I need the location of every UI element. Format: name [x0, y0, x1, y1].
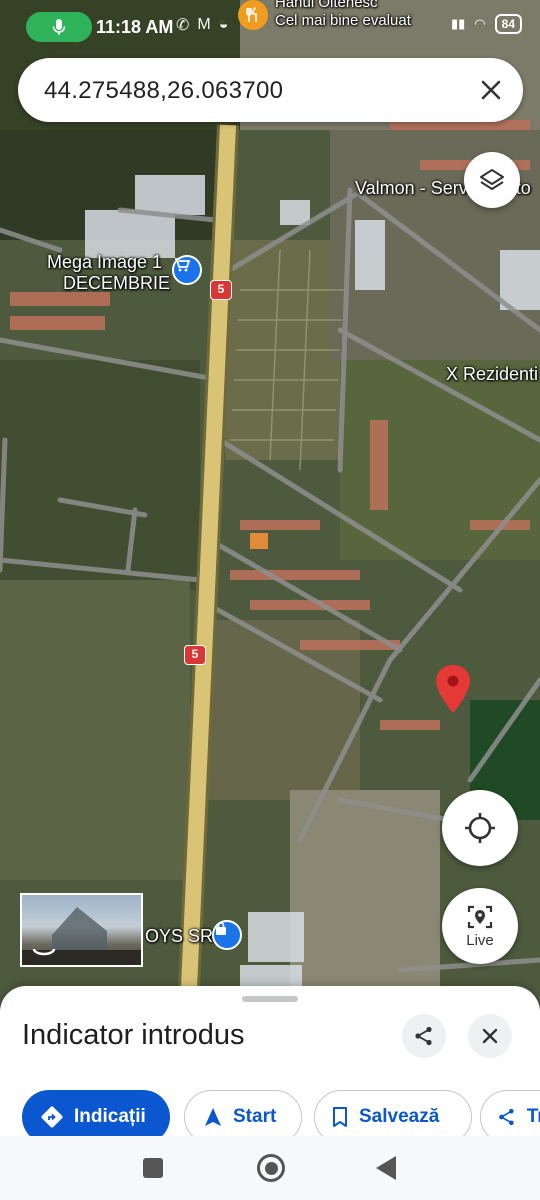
notification-title: Hanul Oltenesc	[275, 0, 378, 11]
status-bar: 11:18 AM ✆ M ◒ Hanul Oltenesc Cel mai bi…	[0, 0, 540, 52]
layers-icon	[480, 169, 504, 190]
close-icon[interactable]	[477, 76, 505, 104]
save-label: Salvează	[359, 1106, 440, 1127]
layers-button[interactable]	[464, 152, 520, 208]
directions-label: Indicații	[74, 1106, 146, 1127]
maps-screen: { "status_bar": {"time": "11:18 AM", "ba…	[0, 0, 540, 1200]
battery-icon: 84	[494, 14, 522, 34]
poi-label-mega-image[interactable]: Mega Image 1 DECEMBRIE	[47, 252, 170, 294]
microphone-icon	[52, 19, 66, 35]
street-view-thumbnail[interactable]	[20, 893, 143, 967]
mic-indicator	[26, 12, 92, 42]
live-view-icon	[467, 905, 493, 929]
back-button[interactable]	[376, 1156, 396, 1180]
share-button[interactable]	[402, 1014, 446, 1058]
notification-subtitle: Cel mai bine evaluat	[275, 12, 411, 29]
search-bar[interactable]: 44.275488,26.063700	[18, 58, 523, 122]
wifi-icon: ◠	[474, 16, 486, 31]
phone-icon: ✆	[176, 17, 190, 34]
road-shield: 5	[184, 645, 206, 665]
directions-icon	[41, 1106, 63, 1128]
shopping-cart-icon[interactable]	[172, 255, 202, 285]
clock: 11:18 AM	[96, 17, 174, 37]
dropped-pin-icon[interactable]	[434, 663, 472, 715]
my-location-button[interactable]	[442, 790, 518, 866]
share-icon	[499, 1108, 514, 1126]
poi-label-line: DECEMBRIE	[63, 273, 171, 293]
navigation-arrow-icon	[205, 1108, 221, 1126]
search-input[interactable]: 44.275488,26.063700	[44, 77, 283, 105]
home-icon	[264, 1161, 278, 1175]
bookmark-icon	[333, 1107, 347, 1127]
system-navigation-bar	[0, 1136, 540, 1200]
start-label: Start	[233, 1106, 277, 1127]
live-view-button[interactable]: Live	[442, 888, 518, 964]
close-sheet-button[interactable]	[468, 1014, 512, 1058]
shopping-bag-icon[interactable]	[212, 920, 242, 950]
share-icon	[415, 1026, 432, 1046]
sheet-title: Indicator introdus	[22, 1019, 245, 1051]
poi-label-rezidenti[interactable]: X Rezidenti	[446, 364, 538, 385]
restaurant-icon[interactable]	[238, 0, 268, 30]
close-icon	[482, 1028, 498, 1044]
signal-icon: ▮▮	[450, 16, 466, 31]
bottom-sheet[interactable]: Indicator introdus Indicații Start Salve…	[0, 986, 540, 1146]
poi-label-line: Mega Image 1	[47, 252, 163, 272]
drag-handle[interactable]	[242, 996, 298, 1002]
mail-icon: M	[197, 16, 211, 33]
crosshair-icon	[465, 813, 495, 843]
live-label: Live	[466, 932, 494, 949]
system-icons: ▮▮ ◠ 84	[451, 14, 522, 34]
recent-apps-button[interactable]	[143, 1158, 163, 1178]
share-label: Trimite	[526, 1106, 540, 1127]
notification-icons: ✆ M ◒	[176, 15, 228, 35]
road-shield: 5	[210, 280, 232, 300]
app-icon: ◒	[218, 16, 229, 33]
home-button[interactable]	[257, 1154, 285, 1182]
